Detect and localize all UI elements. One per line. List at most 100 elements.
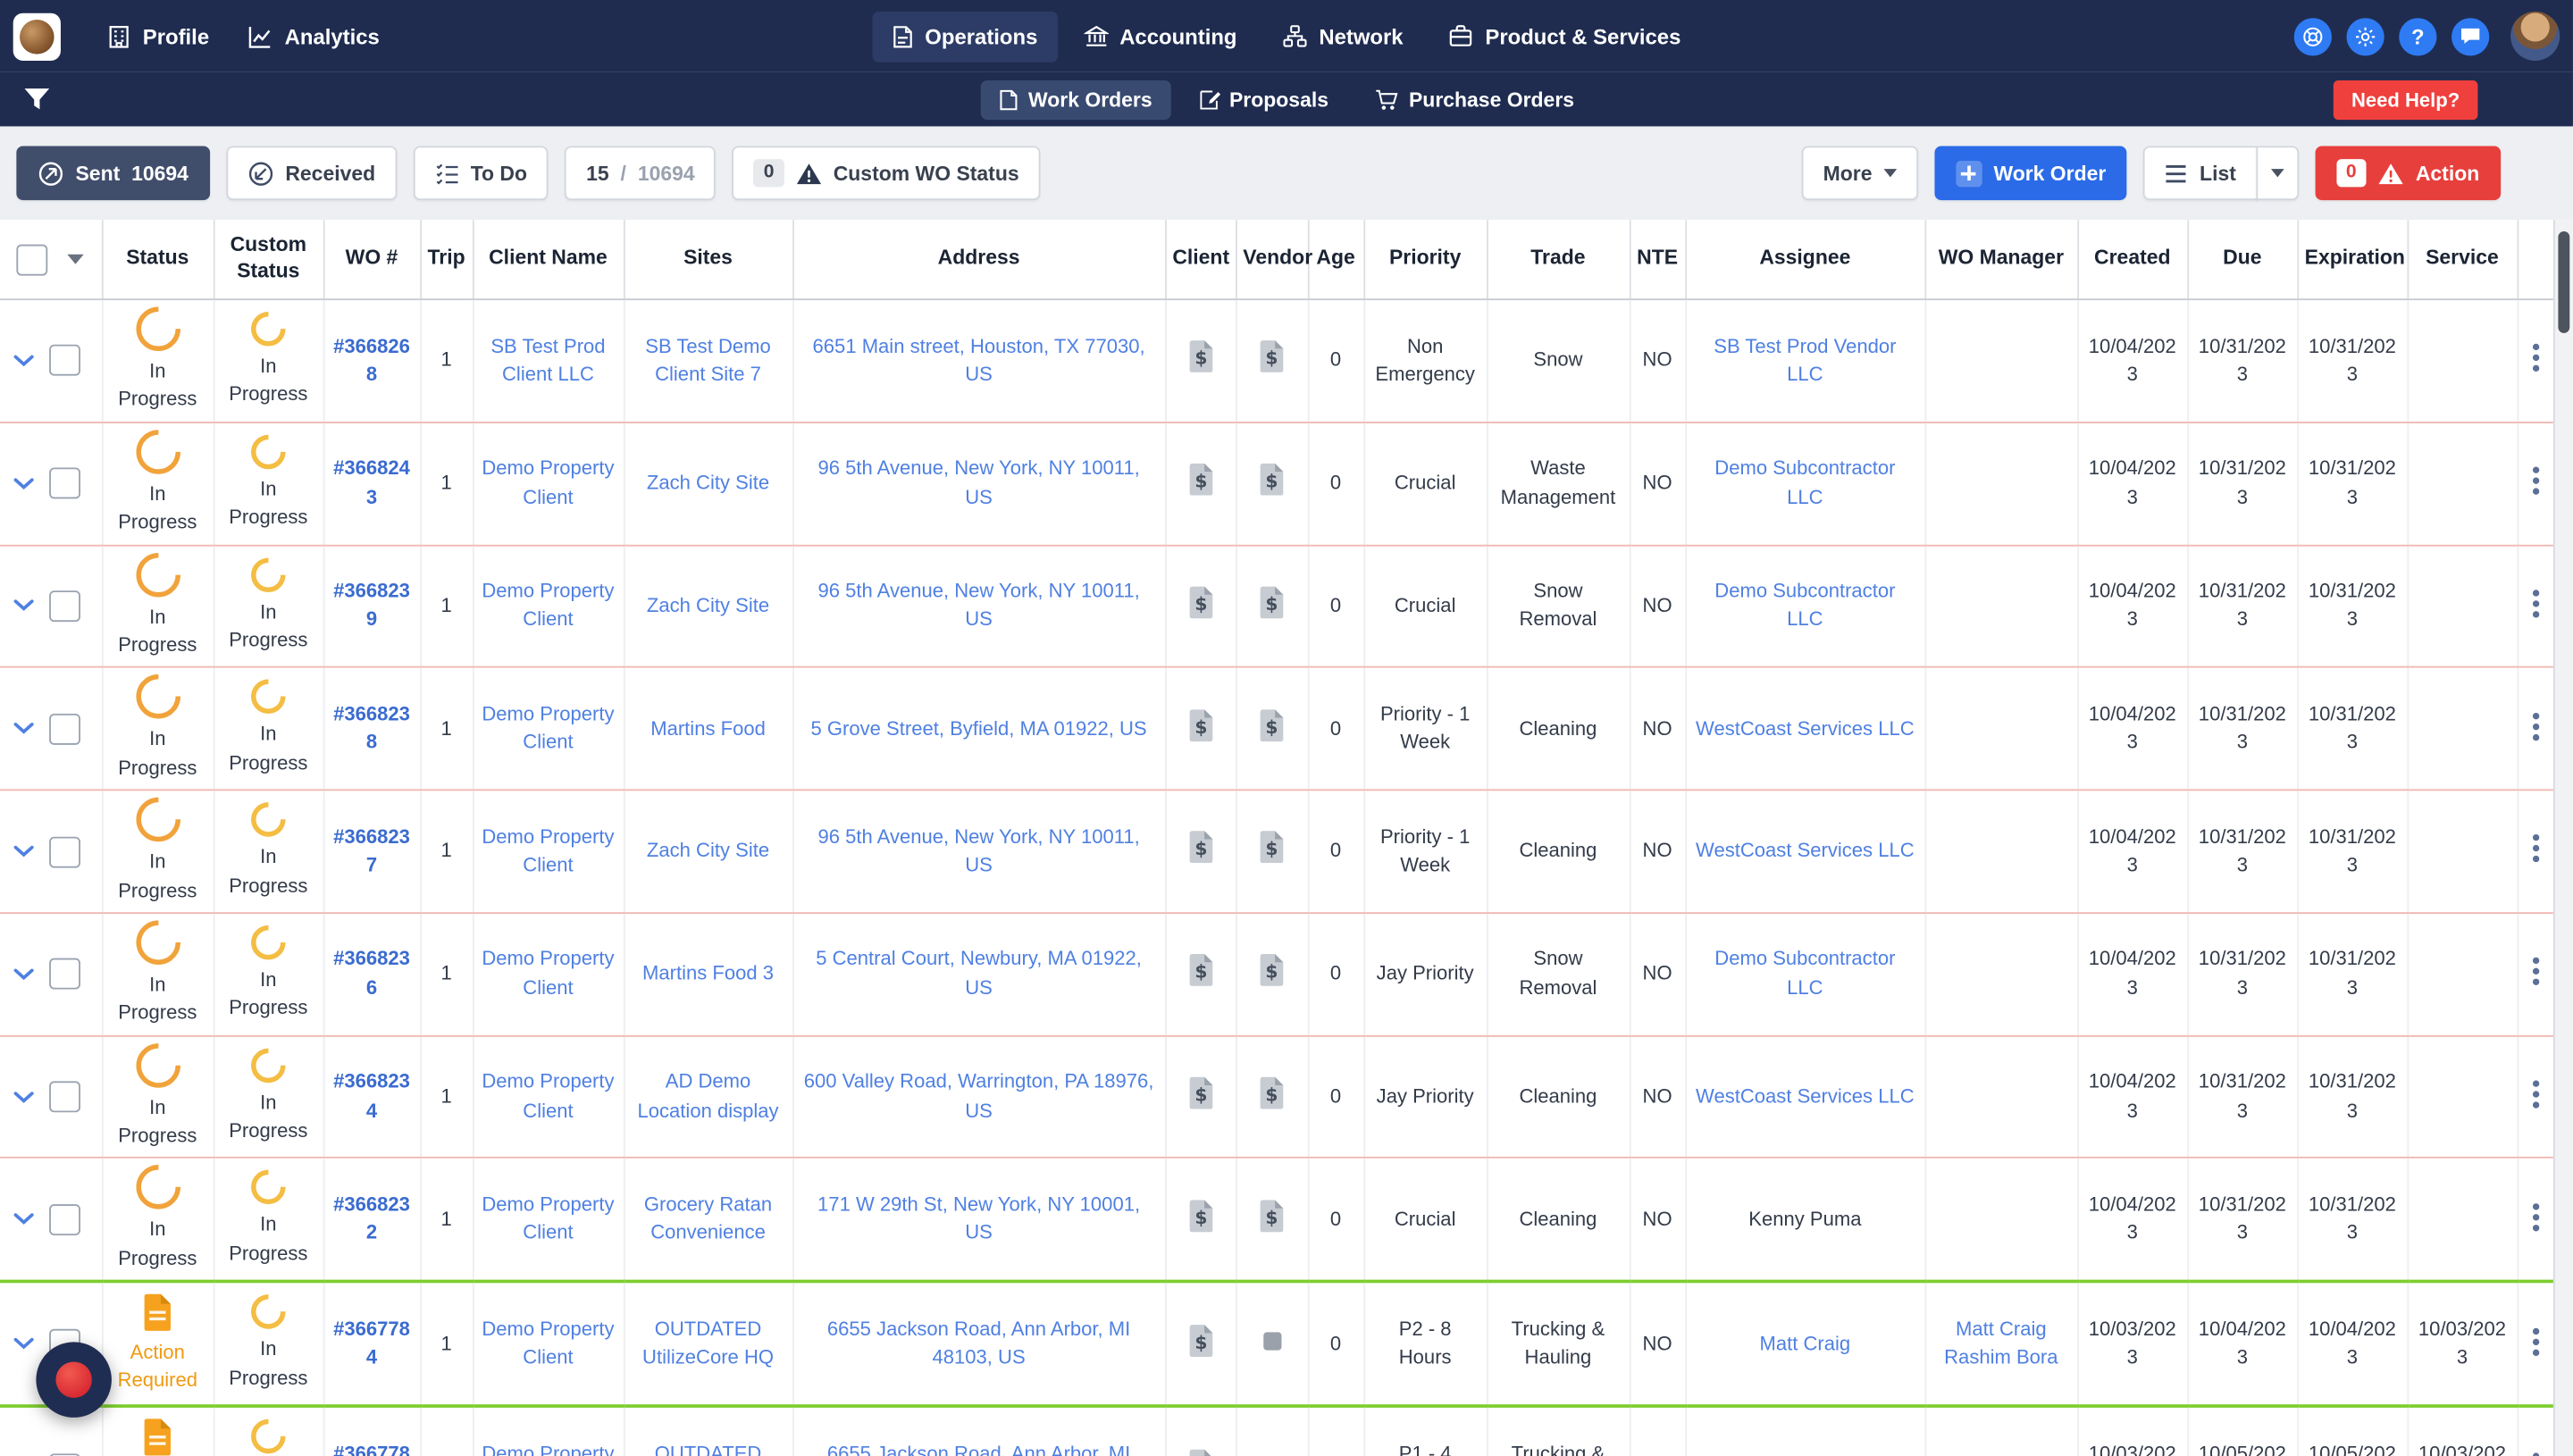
col-due[interactable]: Due (2187, 220, 2299, 301)
custom-wo-status-button[interactable]: 0 Custom WO Status (732, 146, 1041, 201)
client-name-link[interactable]: Demo Property Client (482, 824, 614, 876)
row-checkbox[interactable] (49, 1203, 80, 1235)
vendor-invoice-icon[interactable]: $ (1259, 831, 1285, 864)
table-row[interactable]: In Progress In Progress #3668243 1 Demo … (0, 420, 2555, 546)
select-all-checkbox[interactable] (16, 243, 48, 275)
col-trip[interactable]: Trip (420, 220, 474, 301)
row-checkbox[interactable] (49, 590, 80, 623)
more-button[interactable]: More (1801, 146, 1918, 201)
nav-operations[interactable]: Operations (872, 10, 1058, 62)
site-link[interactable]: AD Demo Location display (638, 1070, 779, 1122)
table-row[interactable]: In Progress In Progress #3668237 1 Demo … (0, 788, 2555, 914)
new-work-order-button[interactable]: Work Order (1934, 146, 2128, 201)
col-assignee[interactable]: Assignee (1685, 220, 1926, 301)
list-view-button[interactable]: List (2143, 146, 2258, 201)
row-actions-menu[interactable] (2529, 340, 2544, 376)
row-actions-menu[interactable] (2529, 708, 2544, 744)
site-link[interactable]: Zach City Site (647, 839, 769, 862)
table-row[interactable]: In Progress In Progress #3668239 1 Demo … (0, 542, 2555, 669)
row-actions-menu[interactable] (2529, 1199, 2544, 1234)
address-link[interactable]: 6655 Jackson Road, Ann Arbor, MI 48103, … (827, 1318, 1130, 1369)
col-address[interactable]: Address (792, 220, 1166, 301)
row-expand-chevron-icon[interactable] (13, 1337, 35, 1351)
wo-number-link[interactable]: #3668268 (333, 334, 410, 386)
sent-filter-button[interactable]: Sent 10694 (16, 146, 210, 201)
row-checkbox[interactable] (49, 467, 80, 499)
wo-number-link[interactable]: #3668236 (333, 948, 410, 1000)
assignee-link[interactable]: Kenny Puma (1748, 1207, 1861, 1230)
vendor-invoice-icon[interactable]: $ (1259, 708, 1285, 741)
assignee-link[interactable]: Matt Craig (1760, 1332, 1851, 1355)
site-link[interactable]: OUTDATED UtilizeCore HQ (642, 1318, 774, 1369)
address-link[interactable]: 600 Valley Road, Warrington, PA 18976, U… (804, 1070, 1154, 1122)
assignee-link[interactable]: WestCoast Services LLC (1696, 1084, 1915, 1108)
row-actions-menu[interactable] (2529, 953, 2544, 989)
assignee-link[interactable]: Demo Subcontractor LLC (1714, 456, 1895, 508)
row-actions-menu[interactable] (2529, 1323, 2544, 1359)
floating-record-widget[interactable] (36, 1342, 112, 1418)
address-link[interactable]: 96 5th Avenue, New York, NY 10011, US (817, 579, 1139, 631)
col-service[interactable]: Service (2407, 220, 2519, 301)
assignee-link[interactable]: WestCoast Services LLC (1696, 716, 1915, 740)
settings-button[interactable] (2346, 17, 2384, 55)
client-invoice-icon[interactable]: $ (1187, 585, 1213, 618)
wo-number-link[interactable]: #3668234 (333, 1070, 410, 1122)
client-name-link[interactable]: SB Test Prod Client LLC (490, 334, 605, 386)
site-link[interactable]: Grocery Ratan Convenience (644, 1192, 772, 1244)
address-link[interactable]: 6655 Jackson Road, Ann Arbor, MI 48103, … (827, 1442, 1130, 1456)
select-menu-caret-icon[interactable] (67, 254, 84, 264)
vendor-invoice-icon[interactable]: $ (1259, 1199, 1285, 1232)
action-button[interactable]: 0 Action (2315, 146, 2502, 201)
scrollbar-thumb[interactable] (2557, 230, 2569, 333)
col-custom-status[interactable]: Custom Status (213, 220, 324, 301)
site-link[interactable]: Zach City Site (647, 471, 769, 494)
col-wo-number[interactable]: WO # (323, 220, 422, 301)
assignee-link[interactable]: SB Test Prod Vendor LLC (1714, 334, 1896, 386)
row-actions-menu[interactable] (2529, 1076, 2544, 1112)
assignee-link[interactable]: Demo Subcontractor LLC (1714, 948, 1895, 1000)
client-name-link[interactable]: Demo Property Client (482, 1442, 614, 1456)
client-name-link[interactable]: Demo Property Client (482, 702, 614, 754)
site-link[interactable]: OUTDATED UtilizeCore HQ (642, 1442, 774, 1456)
row-expand-chevron-icon[interactable] (13, 355, 35, 368)
client-name-link[interactable]: Demo Property Client (482, 456, 614, 508)
col-client[interactable]: Client (1165, 220, 1236, 301)
view-switcher-caret-button[interactable] (2255, 146, 2299, 201)
row-expand-chevron-icon[interactable] (13, 967, 35, 981)
received-filter-button[interactable]: Received (226, 146, 398, 201)
client-invoice-icon[interactable]: $ (1187, 1199, 1213, 1232)
client-name-link[interactable]: Demo Property Client (482, 1318, 614, 1369)
wo-number-link[interactable]: #3667783 (333, 1442, 410, 1456)
row-checkbox[interactable] (49, 713, 80, 745)
col-client-name[interactable]: Client Name (472, 220, 624, 301)
wo-manager-link[interactable]: Matt Craig Rashim Bora (1944, 1318, 2058, 1369)
vendor-invoice-icon[interactable]: $ (1259, 953, 1285, 987)
site-link[interactable]: SB Test Demo Client Site 7 (645, 334, 770, 386)
table-row[interactable]: In Progress In Progress #3668232 1 Demo … (0, 1156, 2555, 1284)
wo-number-link[interactable]: #3668243 (333, 456, 410, 508)
table-row[interactable]: In Progress In Progress #3668234 1 Demo … (0, 1033, 2555, 1159)
col-nte[interactable]: NTE (1629, 220, 1687, 301)
client-invoice-icon[interactable]: $ (1187, 463, 1213, 496)
row-actions-menu[interactable] (2529, 1448, 2544, 1456)
address-link[interactable]: 5 Central Court, Newbury, MA 01922, US (816, 948, 1142, 1000)
site-link[interactable]: Zach City Site (647, 593, 769, 616)
col-age[interactable]: Age (1307, 220, 1365, 301)
wo-number-link[interactable]: #3668239 (333, 579, 410, 631)
client-invoice-icon[interactable]: $ (1187, 1076, 1213, 1109)
site-link[interactable]: Martins Food 3 (642, 961, 774, 984)
support-button[interactable] (2293, 17, 2332, 55)
client-invoice-icon[interactable]: $ (1187, 708, 1213, 741)
row-checkbox[interactable] (49, 835, 80, 867)
client-invoice-icon[interactable]: $ (1187, 1323, 1213, 1357)
col-expiration[interactable]: Expiration (2297, 220, 2409, 301)
vendor-invoice-icon[interactable]: $ (1259, 1076, 1285, 1109)
tab-proposals[interactable]: Proposals (1180, 79, 1346, 119)
row-expand-chevron-icon[interactable] (13, 1091, 35, 1104)
filter-icon[interactable] (23, 86, 51, 112)
table-row[interactable]: In Progress In Progress #3668238 1 Demo … (0, 665, 2555, 791)
wo-number-link[interactable]: #3667784 (333, 1318, 410, 1369)
user-avatar[interactable] (2510, 11, 2560, 61)
assignee-link[interactable]: WestCoast Services LLC (1696, 839, 1915, 862)
client-name-link[interactable]: Demo Property Client (482, 1070, 614, 1122)
